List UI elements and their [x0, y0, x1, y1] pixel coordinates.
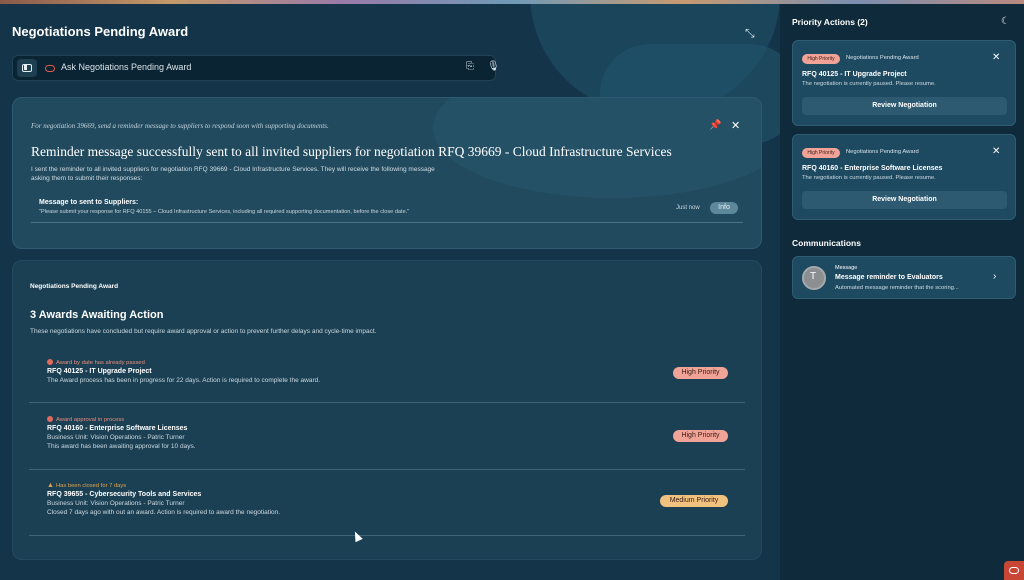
priority-badge: High Priority: [802, 148, 840, 158]
main-panel: Negotiations Pending Award ⤡ Ask Negotia…: [0, 4, 780, 580]
award-status: Award approval in process: [47, 416, 124, 423]
alert-dot-icon: [47, 416, 53, 422]
divider: [29, 535, 745, 536]
priority-badge: High Priority: [673, 367, 728, 379]
collapse-arrows-icon[interactable]: ⤡: [745, 26, 759, 40]
review-negotiation-button[interactable]: Review Negotiation: [802, 191, 1007, 209]
priority-description: The negotiation is currently paused. Ple…: [802, 81, 936, 87]
priority-title: RFQ 40125 - IT Upgrade Project: [802, 71, 907, 78]
award-title[interactable]: RFQ 40125 - IT Upgrade Project: [47, 368, 152, 375]
response-body: I sent the reminder to all invited suppl…: [31, 166, 435, 182]
ai-response-card: For negotiation 39669, send a reminder m…: [12, 97, 762, 249]
review-negotiation-button[interactable]: Review Negotiation: [802, 97, 1007, 115]
warning-icon: ▲: [47, 482, 54, 489]
priority-badge: High Priority: [802, 54, 840, 64]
priority-title: RFQ 40160 - Enterprise Software Licenses: [802, 165, 943, 172]
priority-description: The negotiation is currently paused. Ple…: [802, 175, 936, 181]
communication-item[interactable]: Message Message reminder to Evaluators A…: [792, 256, 1016, 299]
page-title: Negotiations Pending Award: [12, 24, 189, 39]
award-title[interactable]: RFQ 39655 - Cybersecurity Tools and Serv…: [47, 491, 201, 498]
priority-card: High Priority Negotiations Pending Award…: [792, 40, 1016, 126]
awards-heading: 3 Awards Awaiting Action: [30, 309, 164, 321]
close-icon[interactable]: ✕: [992, 52, 1000, 63]
chevron-right-icon[interactable]: ›: [993, 271, 996, 282]
communication-description: Automated message reminder that the scor…: [835, 285, 959, 291]
pin-icon[interactable]: 📌: [709, 120, 721, 131]
ask-bar[interactable]: Ask Negotiations Pending Award ⎘ 🎙: [12, 55, 500, 81]
ask-input[interactable]: Ask Negotiations Pending Award: [61, 62, 191, 72]
award-title[interactable]: RFQ 40160 - Enterprise Software Licenses: [47, 425, 187, 432]
communication-title: Message reminder to Evaluators: [835, 274, 943, 281]
priority-category: Negotiations Pending Award: [846, 55, 919, 61]
section-label: Negotiations Pending Award: [30, 283, 119, 290]
avatar: [802, 266, 826, 290]
moon-icon[interactable]: ☾: [1001, 16, 1010, 27]
divider: [29, 469, 745, 470]
sidebar-title: Priority Actions (2): [792, 17, 868, 27]
communications-title: Communications: [792, 238, 861, 248]
alert-dot-icon: [47, 359, 53, 365]
user-prompt: For negotiation 39669, send a reminder m…: [31, 122, 329, 130]
awards-card: Negotiations Pending Award 3 Awards Awai…: [12, 260, 762, 560]
award-row[interactable]: ▲ Has been closed for 7 days RFQ 39655 - …: [29, 482, 745, 537]
awards-description: These negotiations have concluded but re…: [30, 328, 377, 335]
oracle-icon: [45, 65, 55, 72]
priority-badge: Medium Priority: [660, 495, 728, 507]
award-business-unit: Business Unit: Vision Operations - Patri…: [47, 500, 185, 507]
panel-icon[interactable]: [17, 59, 37, 77]
priority-badge: High Priority: [673, 430, 728, 442]
award-row[interactable]: Award approval in process RFQ 40160 - En…: [29, 416, 745, 471]
info-badge: Info: [710, 202, 738, 214]
award-status: Award by date has already passed: [47, 359, 145, 366]
award-row[interactable]: Award by date has already passed RFQ 401…: [29, 359, 745, 403]
priority-card: High Priority Negotiations Pending Award…: [792, 134, 1016, 220]
microphone-icon[interactable]: 🎙: [487, 61, 500, 72]
oracle-assistant-button[interactable]: [1004, 561, 1024, 580]
close-icon[interactable]: ✕: [992, 146, 1000, 157]
award-business-unit: Business Unit: Vision Operations - Patri…: [47, 434, 185, 441]
divider: [31, 222, 743, 223]
award-status: ▲ Has been closed for 7 days: [47, 482, 127, 489]
communication-label: Message: [835, 265, 858, 271]
priority-category: Negotiations Pending Award: [846, 149, 919, 155]
award-detail: Closed 7 days ago with out an award. Act…: [47, 509, 281, 516]
award-detail: This award has been awaiting approval fo…: [47, 443, 196, 450]
award-detail: The Award process has been in progress f…: [47, 377, 321, 384]
attachment-icon[interactable]: ⎘: [466, 61, 474, 72]
timestamp: Just now: [676, 205, 700, 211]
response-headline: Reminder message successfully sent to al…: [31, 144, 672, 159]
priority-actions-sidebar: Priority Actions (2) ☾ High Priority Neg…: [780, 4, 1024, 580]
message-text: "Please submit your response for RFQ 401…: [39, 209, 410, 215]
close-icon[interactable]: ✕: [731, 119, 740, 132]
message-label: Message to sent to Suppliers:: [39, 199, 139, 206]
divider: [29, 402, 745, 403]
